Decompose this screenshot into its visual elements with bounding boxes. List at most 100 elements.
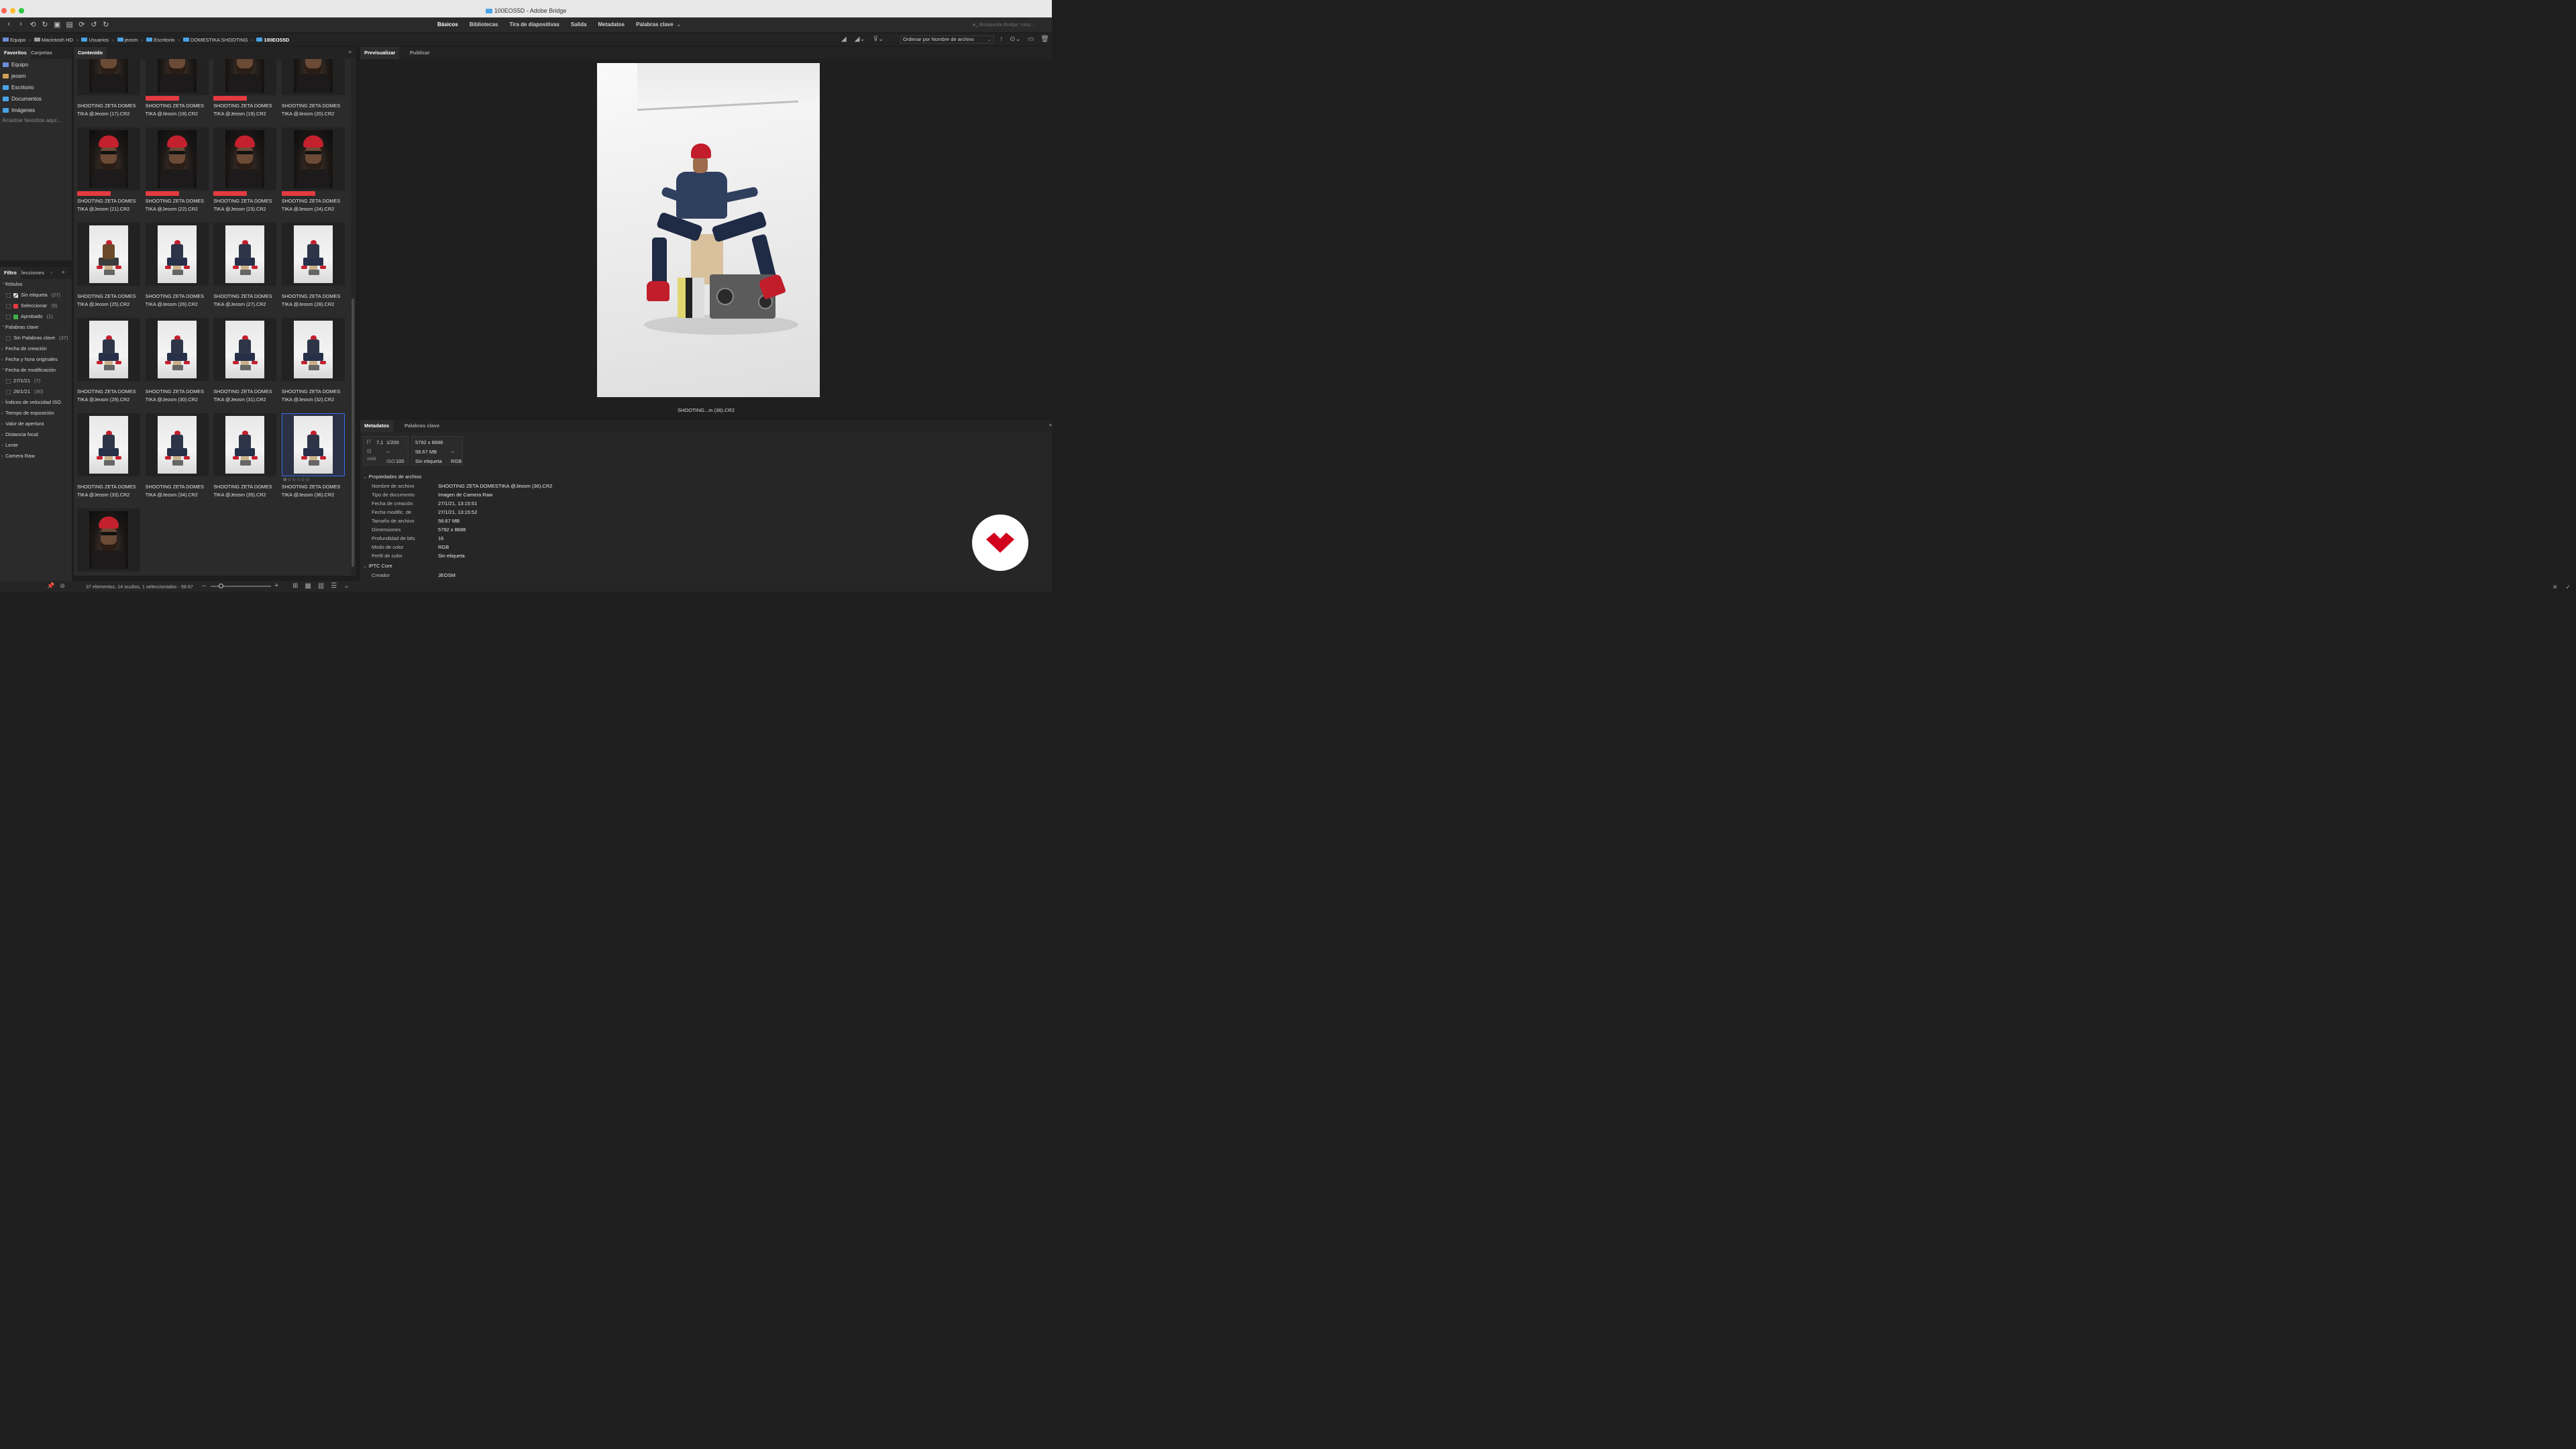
- thumbnail-item[interactable]: SHOOTING ZETA DOMES TIKA @Jeosm (23).CR2: [213, 127, 277, 212]
- thumbnail-frame[interactable]: [281, 223, 345, 286]
- thumbnail-image[interactable]: [293, 416, 333, 474]
- workspace-tab-4[interactable]: Metadatos: [598, 21, 625, 28]
- zoom-out-button[interactable]: –: [202, 582, 206, 590]
- filter-category-original-datetime[interactable]: Fecha y hora originales: [0, 354, 72, 365]
- thumbnail-item[interactable]: ⊘☆☆☆☆☆ SHOOTING ZETA DOMES TIKA @Jeosm (3…: [281, 413, 345, 498]
- filter-option[interactable]: Seleccionar (9): [0, 301, 72, 311]
- thumbnail-frame[interactable]: [145, 223, 209, 286]
- thumbnail-item[interactable]: SHOOTING ZETA DOMES TIKA @Jeosm (27).CR2: [213, 223, 277, 307]
- thumbnail-image[interactable]: [225, 225, 265, 283]
- filter-category-creation-date[interactable]: Fecha de creación: [0, 343, 72, 354]
- workspace-tab-0[interactable]: Básicos: [437, 21, 458, 28]
- thumbnail-frame[interactable]: [213, 59, 277, 95]
- tab-metadata[interactable]: Metadatos: [360, 420, 394, 432]
- thumbnail-image[interactable]: [89, 59, 128, 93]
- metadata-value[interactable]: 27/1/21, 13:15:52: [438, 509, 477, 515]
- filter-checkbox[interactable]: [6, 303, 11, 309]
- content-scrollbar-thumb[interactable]: [352, 299, 354, 567]
- tab-collections[interactable]: Colecciones: [21, 267, 48, 279]
- new-folder-icon[interactable]: ▭: [1028, 36, 1034, 43]
- tab-content[interactable]: Contenido: [74, 47, 107, 59]
- view-options-icon[interactable]: ⌄: [343, 582, 349, 590]
- thumbnail-image[interactable]: [293, 225, 333, 283]
- breadcrumb-item[interactable]: DOMESTIKA SHOOTING: [182, 37, 248, 43]
- thumbnail-item[interactable]: SHOOTING ZETA DOMES TIKA @Jeosm (17).CR2: [77, 59, 140, 117]
- thumbnail-item[interactable]: SHOOTING ZETA DOMES TIKA @Jeosm (30).CR2: [145, 318, 209, 402]
- thumbnail-image[interactable]: [225, 59, 265, 93]
- tab-keywords[interactable]: Palabras clave: [400, 420, 443, 432]
- filter-checkbox[interactable]: [6, 378, 11, 384]
- tab-publish[interactable]: Publicar: [406, 47, 434, 59]
- thumbnail-image[interactable]: [157, 130, 197, 188]
- content-menu-icon[interactable]: ≡: [349, 49, 352, 55]
- thumbnail-image[interactable]: [89, 511, 128, 569]
- thumbnail-image[interactable]: [89, 416, 128, 474]
- metadata-value[interactable]: 16: [438, 535, 443, 541]
- details-view-icon[interactable]: ▥: [318, 582, 324, 590]
- grid-lock-icon[interactable]: ⊞: [292, 582, 298, 590]
- thumbnail-frame[interactable]: [77, 223, 140, 286]
- thumbnail-image[interactable]: [293, 59, 333, 93]
- thumbnail-image[interactable]: [89, 321, 128, 378]
- thumbnail-item[interactable]: SHOOTING ZETA DOMES TIKA @Jeosm (28).CR2: [281, 223, 345, 307]
- workspace-more-icon[interactable]: ⌄: [676, 21, 682, 28]
- camera-icon[interactable]: ▣: [54, 20, 60, 29]
- panel-menu-icon[interactable]: ≡: [62, 269, 64, 275]
- thumbnail-item[interactable]: SHOOTING ZETA DOMES TIKA @Jeosm (24).CR2: [281, 127, 345, 212]
- favorite-item[interactable]: Imágenes: [0, 105, 72, 116]
- metadata-value[interactable]: 27/1/21, 13:15:51: [438, 500, 477, 506]
- workspace-tab-1[interactable]: Bibliotecas: [470, 21, 498, 28]
- metadata-value[interactable]: 5792 x 8688: [438, 527, 466, 533]
- thumbnail-frame[interactable]: [77, 318, 140, 381]
- favorite-item[interactable]: Equipo: [0, 59, 72, 70]
- forward-icon[interactable]: ›: [17, 20, 24, 29]
- rating-stars[interactable]: ⊘☆☆☆☆☆: [283, 477, 310, 482]
- zoom-in-button[interactable]: +: [274, 582, 278, 590]
- thumbnail-frame[interactable]: [77, 508, 140, 572]
- filter-option[interactable]: 27/1/21 (7): [0, 376, 72, 386]
- apply-icon[interactable]: ✓: [2565, 584, 2571, 591]
- thumbnail-view-icon[interactable]: ▦: [305, 582, 311, 590]
- tab-preview[interactable]: Previsualizar: [360, 47, 400, 59]
- filter-category[interactable]: Índices de velocidad ISO: [0, 397, 72, 408]
- thumbnail-frame[interactable]: [77, 413, 140, 476]
- filter-category[interactable]: Tiempo de exposición: [0, 408, 72, 419]
- camera-raw-icon[interactable]: ⊙⌄: [1010, 36, 1021, 43]
- thumbnail-item[interactable]: SHOOTING ZETA DOMES TIKA @Jeosm (22).CR2: [145, 127, 209, 212]
- filter-category-keywords[interactable]: Palabras clave: [0, 320, 72, 333]
- thumbnail-image[interactable]: [157, 321, 197, 378]
- breadcrumb-item[interactable]: Equipo: [3, 37, 25, 43]
- rotate-ccw-icon[interactable]: ↺: [91, 20, 97, 29]
- thumbnail-frame[interactable]: [145, 127, 209, 191]
- workspace-tab-5[interactable]: Palabras clave: [636, 21, 674, 28]
- thumbnail-frame[interactable]: [145, 318, 209, 381]
- thumbnail-item[interactable]: SHOOTING ZETA DOMES TIKA @Jeosm (26).CR2: [145, 223, 209, 307]
- workspace-tab-2[interactable]: Tira de diapositivas: [509, 21, 559, 28]
- filter-category[interactable]: Lente: [0, 440, 72, 451]
- file-properties-section[interactable]: Propiedades de archivo: [363, 474, 421, 480]
- metadata-value[interactable]: JEOSM: [438, 572, 455, 578]
- thumbnail-frame[interactable]: [281, 127, 345, 191]
- content-scrollbar[interactable]: [351, 60, 355, 574]
- thumbnail-item[interactable]: SHOOTING ZETA DOMES TIKA @Jeosm.CR2: [77, 508, 140, 576]
- thumbnail-frame[interactable]: [281, 318, 345, 381]
- breadcrumb-item[interactable]: jeosm: [117, 37, 138, 43]
- filter-checkbox[interactable]: [6, 314, 11, 319]
- filter-option[interactable]: 26/1/21 (30): [0, 386, 72, 397]
- metadata-value[interactable]: Sin etiqueta: [438, 553, 465, 559]
- rating-filter-icon[interactable]: ◢⌄: [855, 36, 865, 43]
- filter-option[interactable]: Sin Palabras clave (37): [0, 333, 72, 343]
- filter-checkbox[interactable]: [6, 335, 11, 341]
- thumbnail-item[interactable]: SHOOTING ZETA DOMES TIKA @Jeosm (25).CR2: [77, 223, 140, 307]
- thumbnail-size-knob[interactable]: [219, 584, 223, 588]
- thumbnail-frame[interactable]: [213, 223, 277, 286]
- rotate-icon[interactable]: ⟳: [78, 20, 85, 29]
- thumbnail-item[interactable]: SHOOTING ZETA DOMES TIKA @Jeosm (31).CR2: [213, 318, 277, 402]
- thumbnail-frame[interactable]: [145, 59, 209, 95]
- filter-category[interactable]: Distancia focal: [0, 429, 72, 440]
- sort-dropdown[interactable]: Ordenar por Nombre de archivo ⌄: [900, 36, 994, 44]
- preview-image[interactable]: [597, 63, 820, 397]
- thumbnail-frame[interactable]: [145, 413, 209, 476]
- thumbnail-frame[interactable]: [77, 127, 140, 191]
- filter-option[interactable]: Sin etiqueta (27): [0, 290, 72, 301]
